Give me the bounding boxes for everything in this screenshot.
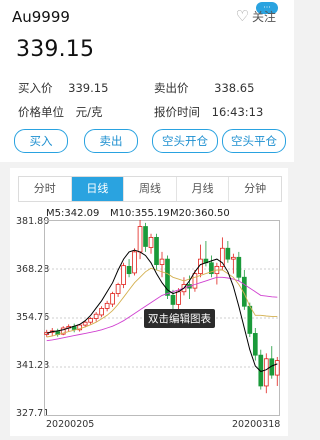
candle-up (99, 308, 104, 316)
candle-up (274, 360, 280, 376)
sell-price-row: 卖出价 338.65 (154, 80, 254, 96)
favorite-label: 关注 (251, 10, 276, 24)
x-tick-label: 20200318 (232, 419, 281, 430)
sell-button[interactable]: 卖出 (84, 129, 138, 153)
candle-up (121, 265, 126, 285)
x-tick-label: 20200205 (46, 419, 95, 430)
sell-price-label: 卖出价 (154, 81, 189, 95)
candle-up (176, 291, 181, 305)
tab-daily[interactable]: 日线 (71, 177, 125, 201)
candle-down (236, 256, 242, 278)
candle-up (88, 318, 93, 323)
quote-time-label: 报价时间 (154, 105, 200, 119)
candle-up (137, 226, 143, 253)
unit-value: 元/克 (75, 105, 103, 119)
symbol-title: Au9999 (12, 8, 70, 26)
heart-icon: ♡ (235, 7, 249, 25)
candle-down (252, 333, 258, 356)
short-open-button[interactable]: 空头开仓 (152, 129, 218, 153)
buy-price-row: 买入价 339.15 (18, 80, 108, 96)
candle-up (192, 273, 198, 289)
candle-down (225, 247, 231, 260)
quote-time-row: 报价时间 16:43:13 (154, 104, 263, 120)
short-close-button[interactable]: 空头平仓 (222, 129, 286, 153)
tab-monthly[interactable]: 月线 (177, 177, 230, 201)
unit-label: 价格单位 (18, 105, 64, 119)
ma10-label: M10:355.19 (110, 208, 170, 219)
tab-minute[interactable]: 分钟 (229, 177, 281, 201)
candle-down (143, 226, 148, 247)
candle-down (170, 294, 176, 305)
candle-down (247, 305, 253, 334)
quote-card: Au9999 ··· ♡ 关注 339.15 买入价 339.15 卖出价 33… (0, 0, 294, 162)
candle-down (154, 236, 159, 265)
ma20-label: M20:360.50 (170, 208, 230, 219)
candle-up (115, 284, 121, 294)
candle-up (231, 256, 236, 260)
buy-price-label: 买入价 (18, 81, 53, 95)
period-tabs: 分时 日线 周线 月线 分钟 (18, 176, 282, 202)
buy-price-value: 339.15 (68, 81, 109, 95)
favorite-button[interactable]: ♡ 关注 (236, 8, 276, 25)
candle-up (110, 293, 115, 305)
unit-row: 价格单位 元/克 (18, 104, 103, 120)
tab-weekly[interactable]: 周线 (124, 177, 177, 201)
candle-down (126, 265, 132, 275)
candle-up (148, 236, 154, 248)
sell-price-value: 338.65 (214, 81, 255, 95)
candle-up (263, 358, 269, 387)
buy-button[interactable]: 买入 (14, 129, 68, 153)
chart-card: 分时 日线 周线 月线 分钟 M5:342.09 M10:355.19 M20:… (10, 168, 288, 436)
edit-chart-tooltip: 双击编辑图表 (144, 309, 215, 328)
candle-up (132, 251, 137, 274)
tab-intraday[interactable]: 分时 (19, 177, 72, 201)
candle-up (104, 302, 110, 309)
current-price: 339.15 (16, 37, 95, 62)
ma5-label: M5:342.09 (46, 208, 100, 219)
quote-time-value: 16:43:13 (211, 105, 264, 119)
candle-up (159, 258, 165, 265)
candle-up (93, 313, 99, 319)
candle-up (82, 321, 88, 326)
